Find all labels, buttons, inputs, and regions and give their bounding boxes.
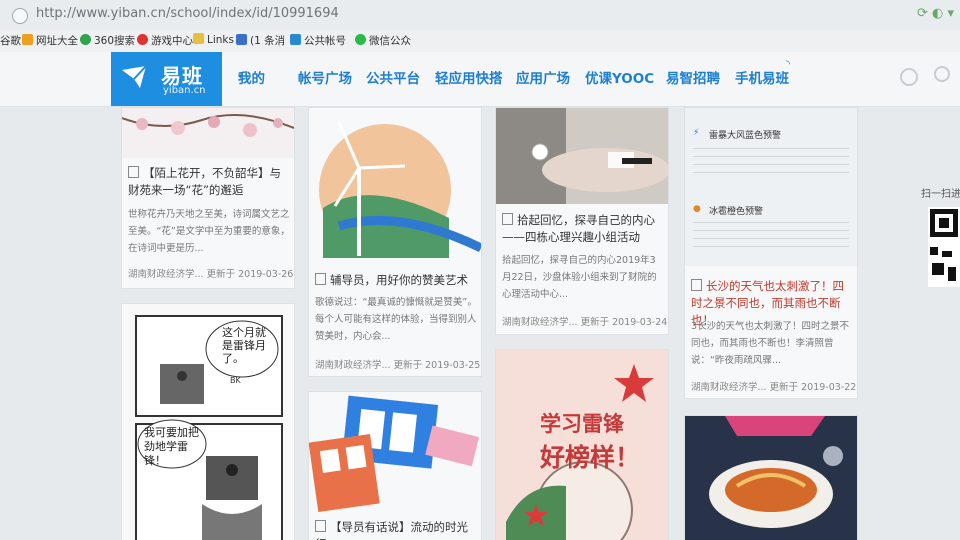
wifi-icon: ◝	[786, 59, 790, 70]
search-icon[interactable]	[900, 68, 918, 86]
comic-image	[135, 315, 283, 540]
alert-text	[693, 148, 849, 180]
qr-label: 扫一扫进	[921, 189, 960, 200]
cherry-blossom-image	[122, 108, 294, 158]
card-desc: 拾起回忆，探寻自己的内心2019年3月22日，沙盘体验小组来到了财院的心理活动中…	[502, 255, 657, 300]
doc-icon	[315, 273, 326, 285]
nav-accounts[interactable]: 帐号广场	[298, 67, 352, 87]
doc-icon	[502, 213, 513, 225]
site-header: 易班 yiban.cn 我的 ▾ 帐号广场 公共平台 轻应用快搭 应用广场 优课…	[0, 52, 960, 107]
article-card[interactable]: ⚡ 雷暴大风蓝色预警 ● 冰雹橙色预警 长沙的天气也太刺激了！四时之景不同也，而…	[684, 107, 858, 399]
poster-card[interactable]: 学习雷锋 好榜样！	[495, 349, 669, 540]
toolbar-icons[interactable]: ⟳ ◐ ▾	[917, 6, 954, 21]
bookmark-item[interactable]: 网址大全	[22, 33, 78, 48]
card-desc: 歌德说过：“最真诚的慷慨就是赞美”。每个人可能有这样的体验，当得到别人赞美时，内…	[315, 297, 477, 342]
article-card[interactable]: 【陌上花开，不负韶华】与财苑来一场“花”的邂逅 世称花卉乃天地之至美，诗词属文艺…	[121, 107, 295, 289]
article-card[interactable]: 拾起回忆，探寻自己的内心——四栋心理兴趣小组活动 拾起回忆，探寻自己的内心201…	[495, 107, 669, 335]
bookmark-item[interactable]: 公共帐号	[290, 33, 346, 48]
tab-icon	[236, 34, 247, 45]
wechat-icon	[355, 34, 366, 45]
poster-line1: 学习雷锋	[540, 412, 624, 436]
nav-jobs[interactable]: 易智招聘	[666, 67, 720, 87]
card-meta: 湖南财政经济学... 更新于 2019-03-24	[502, 317, 668, 328]
card-meta: 湖南财政经济学... 更新于 2019-03-25	[315, 360, 481, 371]
globe-icon	[12, 8, 28, 24]
bookmarks-bar: 谷歌 网址大全 360搜索 游戏中心 Links (1 条消 公共帐号 微信公众	[0, 30, 960, 53]
comic-card[interactable]: 这个月就是雷锋月了。 BK 我可要加把劲地学雷锋！	[121, 303, 295, 540]
address-bar[interactable]: http://www.yiban.cn/school/index/id/1099…	[0, 0, 960, 31]
bookmark-item[interactable]: 360搜索	[80, 33, 135, 48]
noodle-photo	[685, 416, 857, 540]
card-meta: 湖南财政经济学... 更新于 2019-03-26	[128, 269, 294, 280]
nav-light-app[interactable]: 轻应用快搭	[435, 67, 503, 87]
user-icon[interactable]	[934, 66, 950, 82]
doc-icon	[315, 520, 326, 532]
search360-icon	[80, 34, 91, 45]
nav-public-platform[interactable]: 公共平台	[366, 67, 420, 87]
nav-yooc[interactable]: 优课YOOC	[585, 67, 654, 87]
alert-title: 冰雹橙色预警	[709, 207, 764, 217]
card-desc: 世称花卉乃天地之至美，诗词属文艺之至美。“花”是文学中至为重要的意象，在诗词中更…	[128, 209, 290, 254]
cards-illustration	[309, 392, 481, 517]
comic-sfx: BK	[230, 376, 241, 385]
comic-bubble: 这个月就是雷锋月了。	[222, 326, 266, 365]
poster-line2: 好榜样！	[540, 443, 641, 472]
windmill-image	[309, 108, 481, 258]
food-card[interactable]	[684, 415, 858, 540]
url-text[interactable]: http://www.yiban.cn/school/index/id/1099…	[36, 6, 339, 21]
bookmark-item[interactable]: 游戏中心	[137, 33, 193, 48]
hail-icon: ●	[693, 204, 701, 214]
card-meta: 湖南财政经济学... 更新于 2019-03-22	[691, 382, 857, 393]
qr-code	[928, 207, 960, 287]
card-title[interactable]: 拾起回忆，探寻自己的内心——四栋心理兴趣小组活动	[502, 212, 664, 246]
logo-domain: yiban.cn	[163, 85, 206, 96]
card-title[interactable]: 【陌上花开，不负韶华】与财苑来一场“花”的邂逅	[128, 165, 290, 199]
coffee-photo	[496, 108, 668, 204]
card-desc: 3长沙的天气也太刺激了！四时之景不同也，而其雨也不断也！李清照曾说：“昨夜雨疏风…	[691, 321, 850, 366]
folder-icon	[193, 33, 204, 44]
bookmark-item[interactable]: 微信公众	[355, 33, 411, 48]
comic-bubble: 我可要加把劲地学雷锋！	[144, 426, 199, 467]
alert-text	[693, 222, 849, 254]
game-icon	[137, 34, 148, 45]
qr-pattern	[930, 209, 958, 281]
nav-app-square[interactable]: 应用广场	[516, 67, 570, 87]
article-card[interactable]: 辅导员，用好你的赞美艺术 歌德说过：“最真诚的慷慨就是赞美”。每个人可能有这样的…	[308, 107, 482, 377]
card-title[interactable]: 【导员有话说】流动的时光 行	[315, 519, 477, 540]
star-icon	[22, 34, 33, 45]
bookmark-item[interactable]: 谷歌	[0, 33, 21, 48]
content-area: 【陌上花开，不负韶华】与财苑来一场“花”的邂逅 世称花卉乃天地之至美，诗词属文艺…	[0, 107, 960, 540]
weather-alert-image: ⚡ 雷暴大风蓝色预警 ● 冰雹橙色预警	[685, 108, 857, 266]
doc-icon	[128, 166, 139, 178]
bookmark-item[interactable]: (1 条消	[236, 33, 285, 48]
yiban-logo-icon	[122, 65, 147, 88]
nav-mobile[interactable]: 手机易班	[735, 67, 789, 87]
doc-icon	[691, 279, 702, 291]
bolt-icon: ⚡	[693, 128, 700, 138]
card-title[interactable]: 辅导员，用好你的赞美艺术	[315, 272, 477, 289]
nav-my[interactable]: 我的 ▾	[238, 67, 265, 87]
alert-title: 雷暴大风蓝色预警	[709, 131, 782, 141]
account-icon	[290, 34, 301, 45]
site-logo[interactable]: 易班 yiban.cn	[111, 52, 222, 106]
article-card[interactable]: 【导员有话说】流动的时光 行	[308, 391, 482, 540]
bookmark-item[interactable]: Links	[193, 33, 234, 46]
